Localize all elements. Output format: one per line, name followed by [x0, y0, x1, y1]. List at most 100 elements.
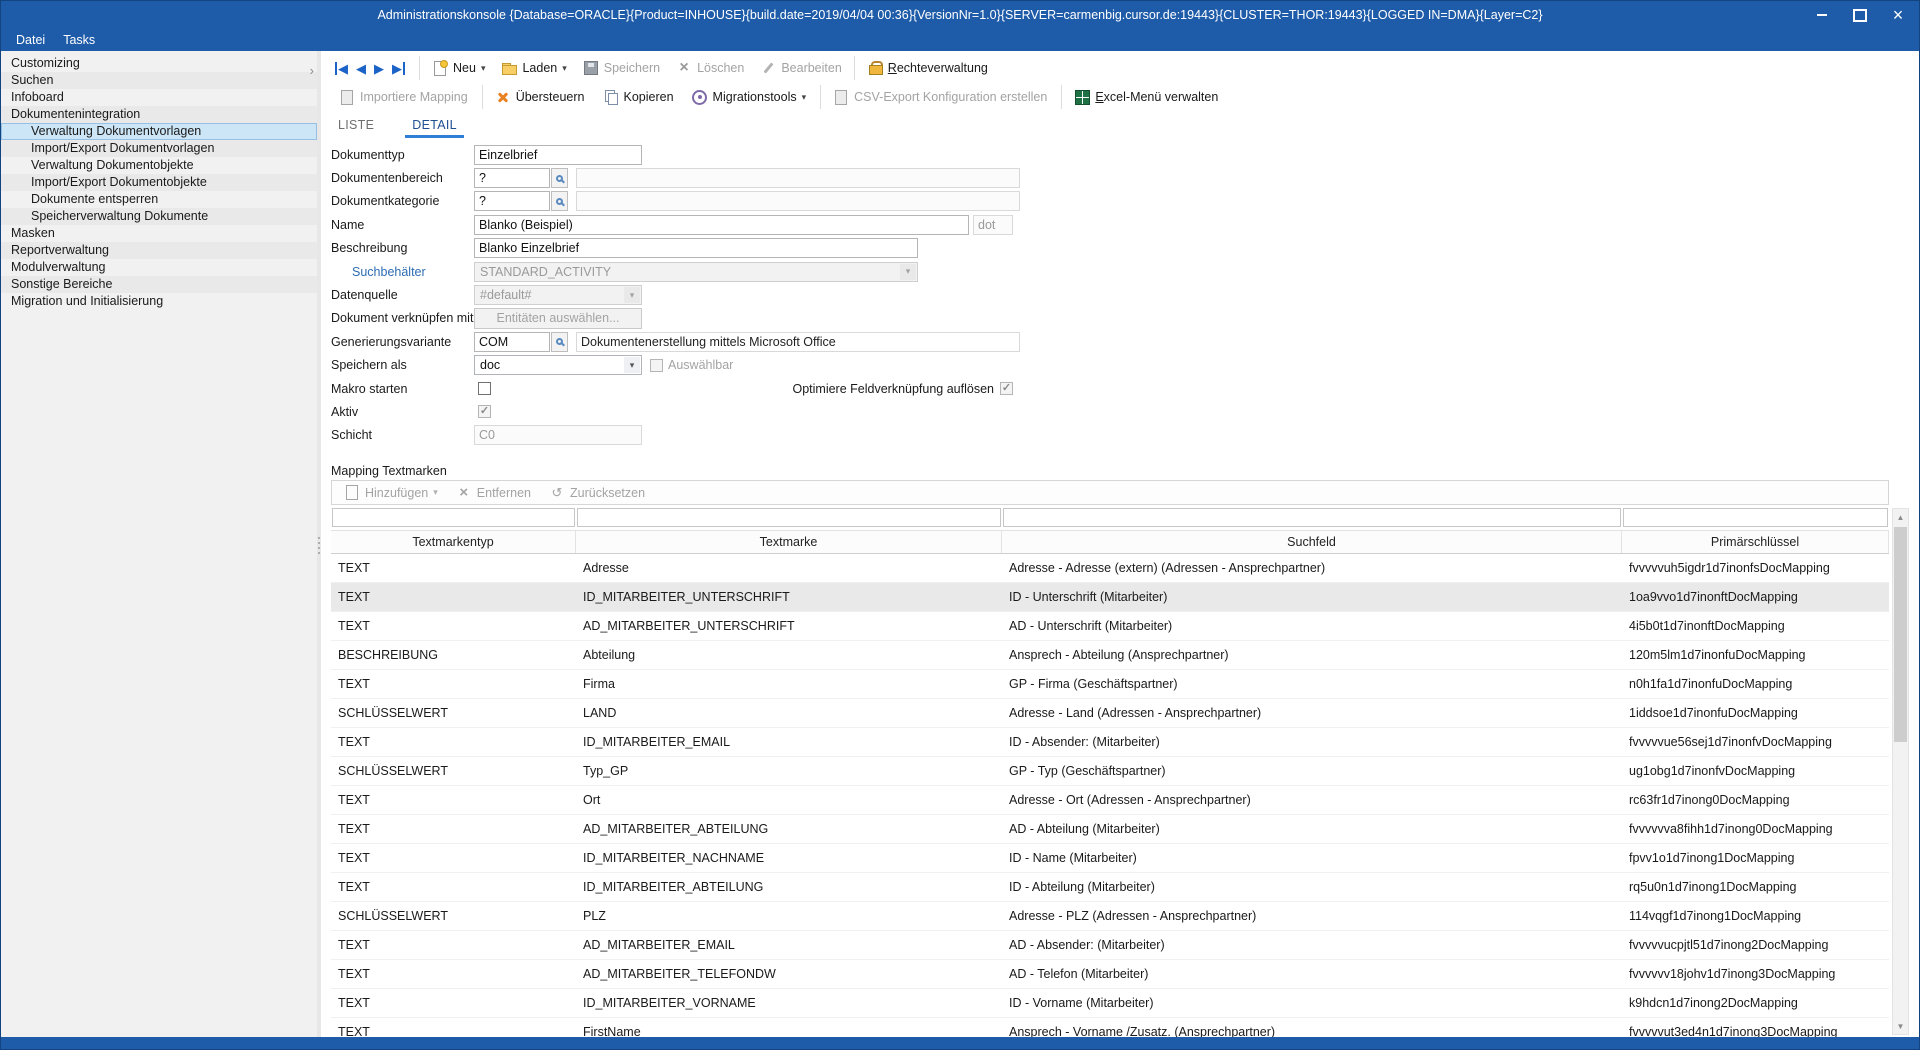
close-icon[interactable]: [1879, 1, 1917, 29]
column-header-suchfeld[interactable]: Suchfeld: [1002, 531, 1622, 553]
sidebar-item[interactable]: Verwaltung Dokumentobjekte: [1, 157, 317, 174]
dokumentkategorie-input[interactable]: [474, 191, 550, 211]
sidebar-item[interactable]: Migration und Initialisierung: [1, 293, 317, 310]
toolbar-button[interactable]: Bearbeiten: [752, 56, 849, 80]
vertical-scrollbar[interactable]: [1892, 508, 1909, 1035]
makro-starten-checkbox[interactable]: [478, 382, 491, 395]
auswaehlbar-checkbox[interactable]: [650, 359, 663, 372]
generierungsvariante-input[interactable]: [474, 332, 550, 352]
sidebar-item[interactable]: Speicherverwaltung Dokumente: [1, 208, 317, 225]
entitaeten-auswaehlen-button[interactable]: Entitäten auswählen...: [474, 308, 642, 329]
table-row[interactable]: TEXT FirstName Ansprech - Vorname /Zusat…: [331, 1018, 1889, 1037]
name-input[interactable]: [474, 215, 969, 235]
cell-primaerschluessel: 1oa9vvo1d7inonftDocMapping: [1622, 583, 1889, 611]
speichern-als-select[interactable]: doc: [474, 355, 642, 375]
nav-previous-record-icon[interactable]: [356, 62, 366, 75]
cell-suchfeld: Adresse - PLZ (Adressen - Ansprechpartne…: [1002, 902, 1622, 930]
dokumentenbereich-input[interactable]: [474, 168, 550, 188]
table-row[interactable]: SCHLÜSSELWERT Typ_GP GP - Typ (Geschäfts…: [331, 757, 1889, 786]
table-row[interactable]: TEXT AD_MITARBEITER_EMAIL AD - Absender:…: [331, 931, 1889, 960]
datenquelle-select[interactable]: #default#: [474, 285, 642, 305]
cell-textmarkentyp: TEXT: [331, 786, 576, 814]
filter-primaerschluessel-input[interactable]: [1623, 508, 1888, 527]
table-row[interactable]: BESCHREIBUNG Abteilung Ansprech - Abteil…: [331, 641, 1889, 670]
filter-suchfeld-input[interactable]: [1003, 508, 1621, 527]
aktiv-checkbox[interactable]: [478, 405, 491, 418]
toolbar-button[interactable]: Löschen: [668, 56, 752, 80]
table-row[interactable]: TEXT Ort Adresse - Ort (Adressen - Anspr…: [331, 786, 1889, 815]
toolbar-button[interactable]: Excel-Menü verwalten: [1061, 85, 1226, 109]
scroll-down-icon[interactable]: [1893, 1018, 1908, 1034]
sidebar-item[interactable]: Import/Export Dokumentvorlagen: [1, 140, 317, 157]
cell-suchfeld: ID - Absender: (Mitarbeiter): [1002, 728, 1622, 756]
toolbar-button[interactable]: Kopieren: [595, 85, 682, 109]
mapping-toolbar-button[interactable]: Hinzufügen: [336, 481, 446, 505]
table-row[interactable]: SCHLÜSSELWERT PLZ Adresse - PLZ (Adresse…: [331, 902, 1889, 931]
table-row[interactable]: TEXT ID_MITARBEITER_NACHNAME ID - Name (…: [331, 844, 1889, 873]
table-row[interactable]: TEXT AD_MITARBEITER_ABTEILUNG AD - Abtei…: [331, 815, 1889, 844]
toolbar-button[interactable]: Übersteuern: [482, 85, 593, 109]
mapping-toolbar-button[interactable]: Zurücksetzen: [541, 481, 653, 505]
filter-textmarkentyp-input[interactable]: [332, 508, 575, 527]
toolbar-button[interactable]: Importiere Mapping: [331, 85, 476, 109]
scroll-up-icon[interactable]: [1893, 509, 1908, 525]
column-header-primaerschluessel[interactable]: Primärschlüssel: [1622, 531, 1889, 553]
tab-detail[interactable]: DETAIL: [405, 114, 464, 138]
sidebar-item[interactable]: Customizing: [1, 55, 317, 72]
nav-first-record-icon[interactable]: [335, 62, 348, 75]
table-row[interactable]: TEXT Adresse Adresse - Adresse (extern) …: [331, 554, 1889, 583]
toolbar-button[interactable]: CSV-Export Konfiguration erstellen: [820, 85, 1055, 109]
table-row[interactable]: TEXT ID_MITARBEITER_VORNAME ID - Vorname…: [331, 989, 1889, 1018]
sidebar-item[interactable]: Suchen: [1, 72, 317, 89]
table-row[interactable]: SCHLÜSSELWERT LAND Adresse - Land (Adres…: [331, 699, 1889, 728]
mapping-toolbar-button[interactable]: Entfernen: [448, 481, 539, 505]
tab-liste[interactable]: LISTE: [331, 114, 381, 138]
table-row[interactable]: TEXT ID_MITARBEITER_EMAIL ID - Absender:…: [331, 728, 1889, 757]
table-row[interactable]: TEXT AD_MITARBEITER_UNTERSCHRIFT AD - Un…: [331, 612, 1889, 641]
column-header-textmarkentyp[interactable]: Textmarkentyp: [331, 531, 576, 553]
chevron-down-icon: [624, 287, 640, 303]
cell-primaerschluessel: fvvvvvuh5igdr1d7inonfsDocMapping: [1622, 554, 1889, 582]
table-row[interactable]: TEXT ID_MITARBEITER_ABTEILUNG ID - Abtei…: [331, 873, 1889, 902]
toolbar-button[interactable]: Neu: [419, 56, 493, 80]
maximize-icon[interactable]: [1841, 1, 1879, 29]
sidebar-item[interactable]: Sonstige Bereiche: [1, 276, 317, 293]
suchbehaelter-select[interactable]: STANDARD_ACTIVITY: [474, 262, 918, 282]
sidebar-item[interactable]: Infoboard: [1, 89, 317, 106]
scrollbar-thumb[interactable]: [1894, 527, 1907, 742]
column-header-textmarke[interactable]: Textmarke: [576, 531, 1002, 553]
optimiere-checkbox[interactable]: [1000, 382, 1013, 395]
toolbar-button[interactable]: Rechteverwaltung: [854, 56, 996, 80]
suchbehaelter-label[interactable]: Suchbehälter: [331, 265, 474, 279]
sidebar-item[interactable]: Reportverwaltung: [1, 242, 317, 259]
menu-item[interactable]: Datei: [7, 31, 54, 49]
sidebar-item[interactable]: Verwaltung Dokumentvorlagen: [1, 123, 317, 140]
save-icon: [583, 60, 599, 76]
dokumenttyp-input[interactable]: [474, 145, 642, 165]
speichern-als-value: doc: [480, 358, 500, 372]
sidebar-item[interactable]: Masken: [1, 225, 317, 242]
dokumentenbereich-lookup-button[interactable]: [551, 168, 568, 188]
menu-item[interactable]: Tasks: [54, 31, 104, 49]
sidebar-item[interactable]: Modulverwaltung: [1, 259, 317, 276]
table-row[interactable]: TEXT ID_MITARBEITER_UNTERSCHRIFT ID - Un…: [331, 583, 1889, 612]
nav-next-record-icon[interactable]: [374, 62, 384, 75]
nav-last-record-icon[interactable]: [392, 62, 405, 75]
generierungsvariante-lookup-button[interactable]: [551, 332, 568, 352]
minimize-icon[interactable]: [1803, 1, 1841, 29]
beschreibung-input[interactable]: [474, 238, 918, 258]
table-row[interactable]: TEXT AD_MITARBEITER_TELEFONDW AD - Telef…: [331, 960, 1889, 989]
csv-export-icon: [833, 89, 849, 105]
sidebar-item[interactable]: Dokumentenintegration: [1, 106, 317, 123]
toolbar-button[interactable]: Migrationstools: [684, 85, 815, 109]
dokumentkategorie-lookup-button[interactable]: [551, 191, 568, 211]
cell-suchfeld: ID - Unterschrift (Mitarbeiter): [1002, 583, 1622, 611]
table-row[interactable]: TEXT Firma GP - Firma (Geschäftspartner)…: [331, 670, 1889, 699]
toolbar-button[interactable]: Speichern: [575, 56, 668, 80]
sidebar-item[interactable]: Dokumente entsperren: [1, 191, 317, 208]
window-bottom-edge: [1, 1037, 1919, 1049]
sidebar-collapse-icon[interactable]: ›: [310, 63, 314, 78]
toolbar-button[interactable]: Laden: [493, 56, 574, 80]
sidebar-item[interactable]: Import/Export Dokumentobjekte: [1, 174, 317, 191]
filter-textmarke-input[interactable]: [577, 508, 1001, 527]
